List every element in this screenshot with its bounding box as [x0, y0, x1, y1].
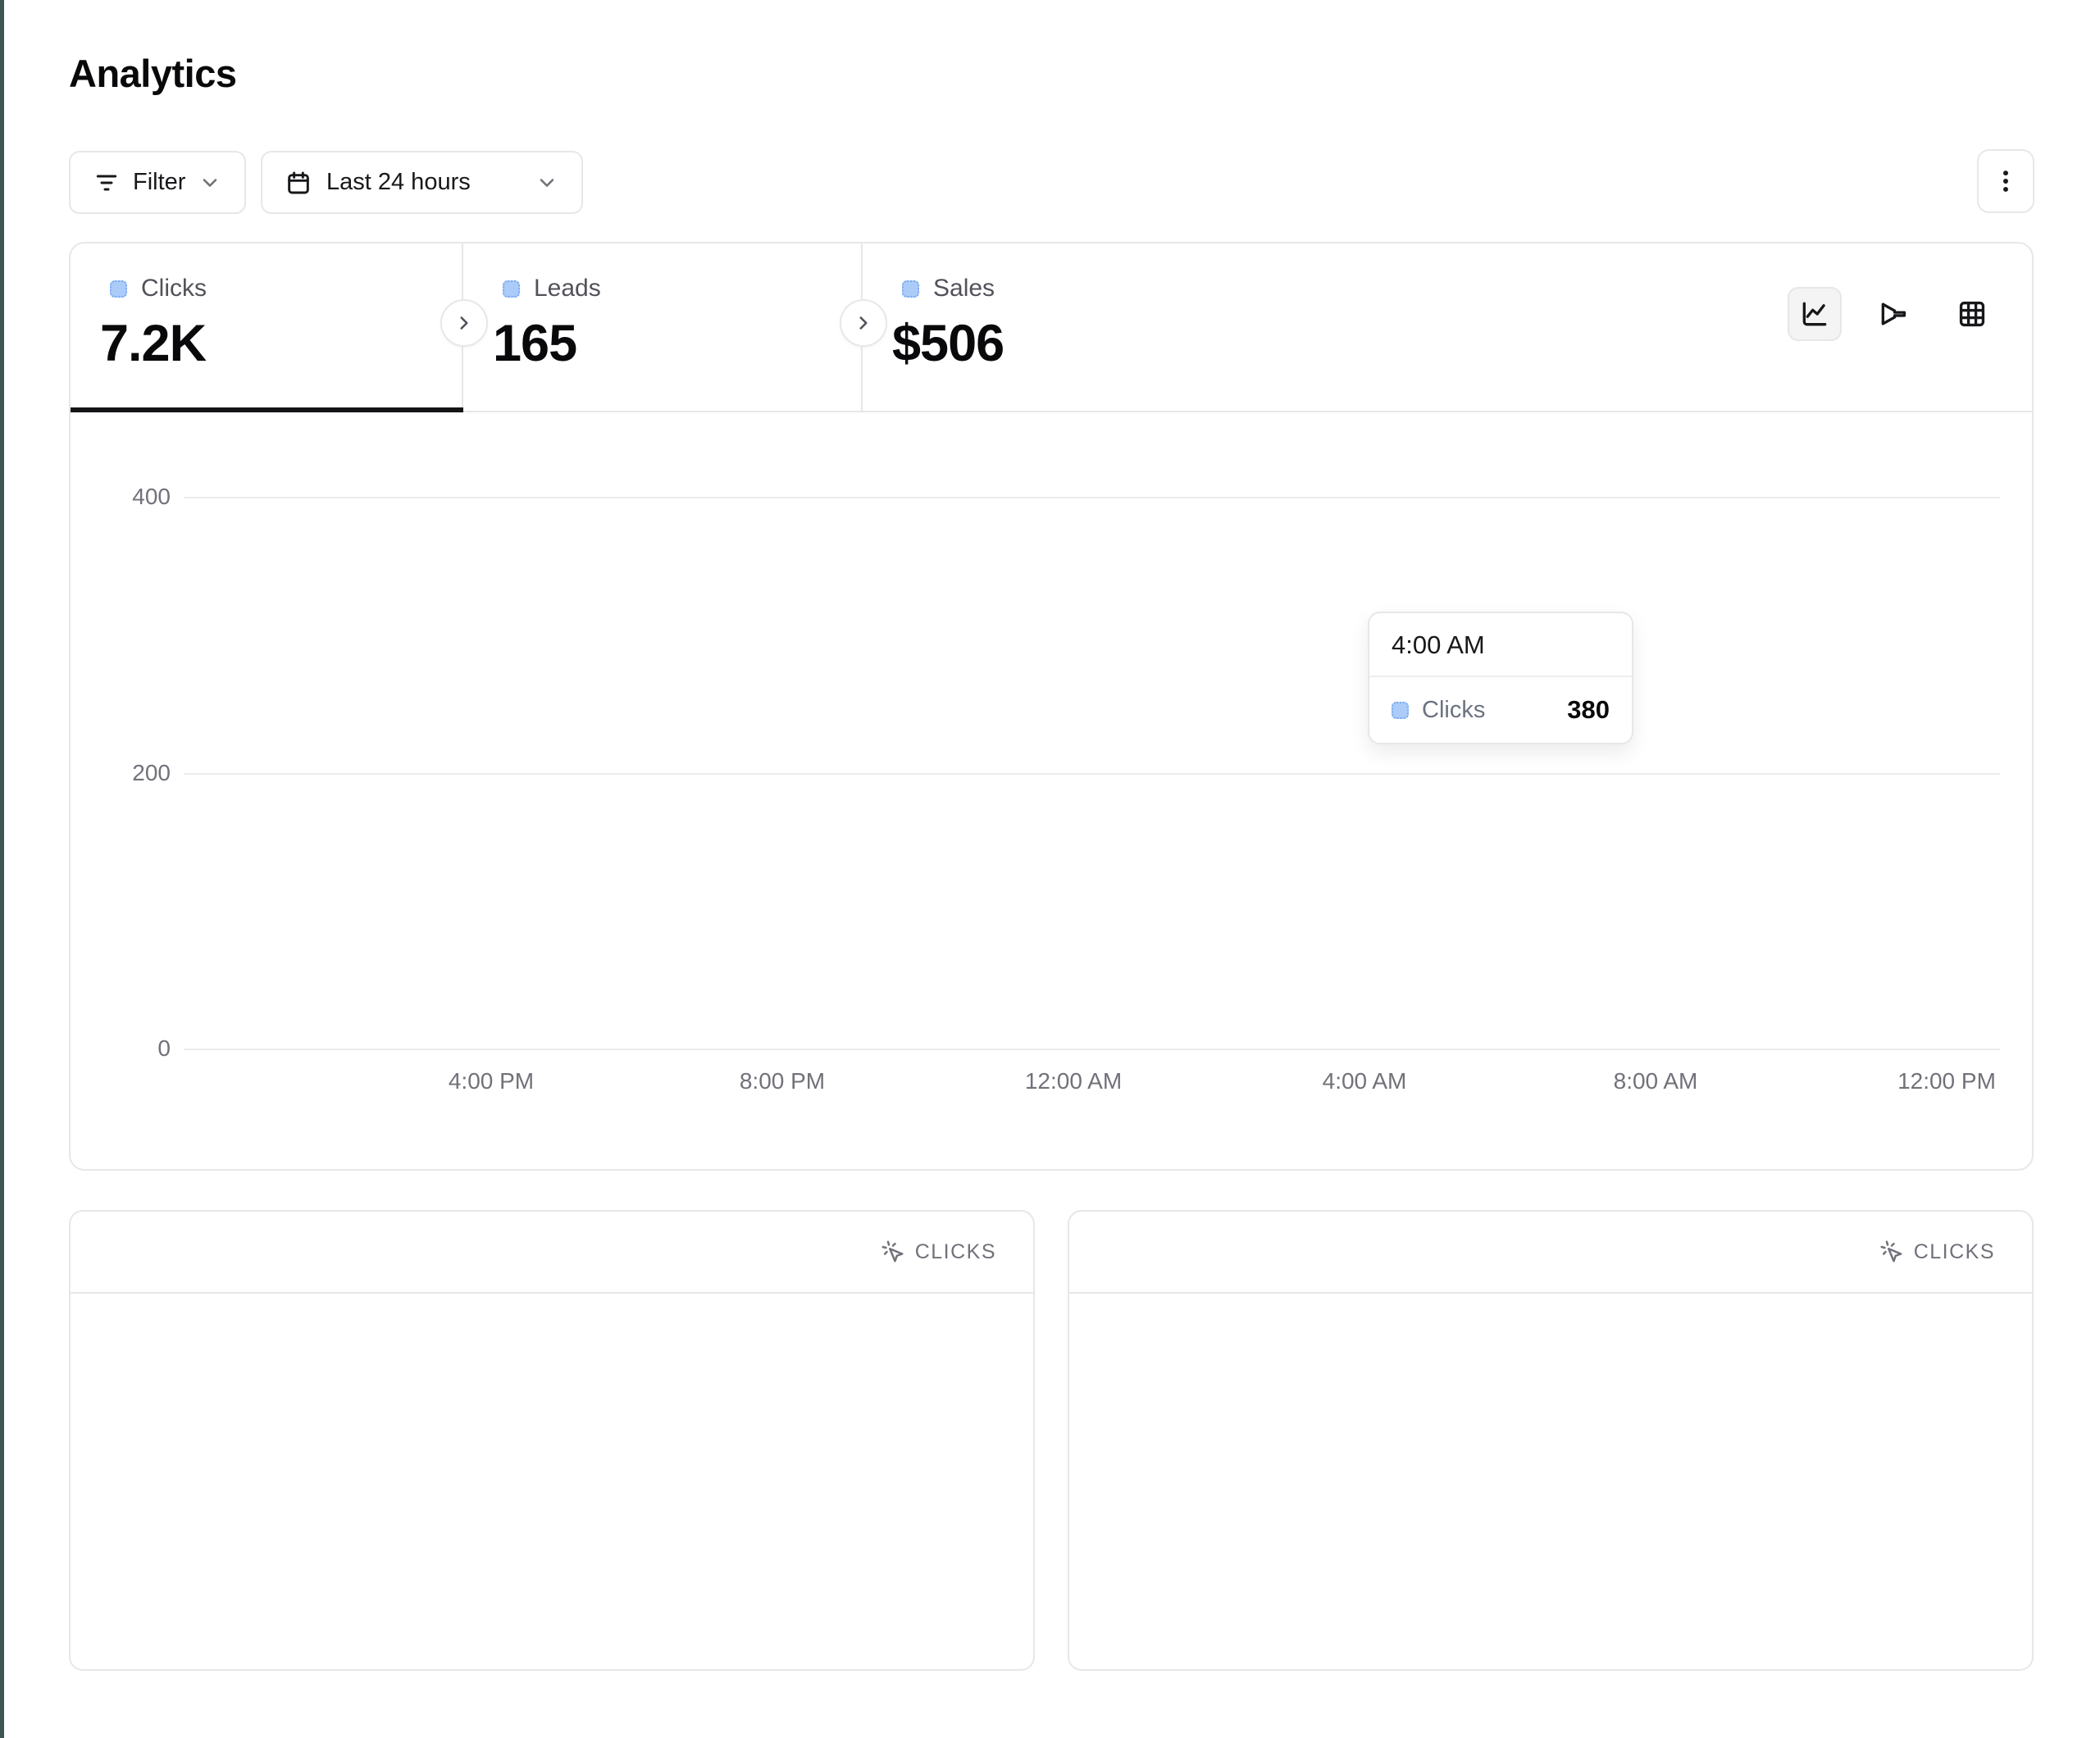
date-range-label: Last 24 hours [326, 169, 471, 196]
window-edge-strip [0, 0, 4, 1738]
stat-label: Leads [534, 275, 601, 303]
chevron-down-icon [198, 171, 221, 194]
gridline-0 [184, 1049, 2000, 1050]
links-metric-label: CLICKS [915, 1240, 996, 1264]
countries-rows [1069, 1294, 2032, 1333]
legend-swatch [503, 280, 520, 298]
analytics-card: Clicks 7.2K Leads 165 Sales $506 [69, 242, 2034, 1171]
gridline-400 [184, 497, 2000, 498]
x-axis-label: 4:00 PM [409, 1068, 573, 1094]
expand-leads-chevron-button[interactable] [840, 299, 887, 347]
countries-panel: CLICKS [1068, 1210, 2034, 1671]
legend-swatch [902, 280, 919, 298]
countries-panel-header: CLICKS [1069, 1212, 2032, 1294]
tooltip-time: 4:00 AM [1369, 613, 1632, 677]
x-axis-label: 12:00 AM [991, 1068, 1155, 1094]
kebab-icon [1992, 167, 2020, 195]
countries-metric-selector[interactable]: CLICKS [1879, 1240, 1995, 1264]
expand-clicks-chevron-button[interactable] [440, 299, 488, 347]
stat-value: 165 [493, 314, 861, 373]
gridline-200 [184, 773, 2000, 775]
y-axis-label: 0 [95, 1035, 171, 1062]
links-rows [71, 1294, 1033, 1333]
stat-tab-sales[interactable]: Sales $506 [863, 243, 1289, 411]
analytics-page: Analytics Filter Last 24 hours Clicks 7.2… [0, 0, 2100, 1738]
chevron-down-icon [535, 171, 558, 194]
chart-tooltip: 4:00 AM Clicks 380 [1368, 612, 1633, 744]
chart-view-toggles [1788, 287, 1999, 341]
x-axis-label: 8:00 PM [700, 1068, 864, 1094]
page-title: Analytics [69, 51, 236, 96]
legend-swatch [110, 280, 127, 298]
clicks-legend-swatch [1392, 702, 1409, 719]
line-chart-toggle-icon[interactable] [1788, 287, 1842, 341]
filter-button[interactable]: Filter [69, 151, 246, 214]
calendar-icon [285, 170, 312, 196]
date-range-button[interactable]: Last 24 hours [261, 151, 583, 214]
stat-tab-leads[interactable]: Leads 165 [463, 243, 863, 411]
cursor-click-icon [881, 1240, 905, 1264]
stat-value: 7.2K [100, 314, 462, 373]
links-metric-selector[interactable]: CLICKS [881, 1240, 996, 1264]
x-axis-label: 12:00 PM [1865, 1068, 2029, 1094]
tooltip-series-label: Clicks [1422, 697, 1554, 724]
stats-tabs-row: Clicks 7.2K Leads 165 Sales $506 [71, 243, 2032, 412]
y-axis-label: 400 [95, 484, 171, 510]
links-panel: CLICKS [69, 1210, 1035, 1671]
table-grid-toggle-icon[interactable] [1945, 287, 1999, 341]
links-panel-header: CLICKS [71, 1212, 1033, 1294]
more-options-button[interactable] [1977, 149, 2034, 213]
stat-label: Clicks [141, 275, 207, 303]
x-axis-label: 8:00 AM [1574, 1068, 1738, 1094]
clicks-chart[interactable]: 4:00 AM Clicks 380 400 200 0 4:00 PM 8:00 PM… [71, 412, 2032, 1170]
stat-tab-clicks[interactable]: Clicks 7.2K [71, 243, 463, 411]
stat-value: $506 [892, 314, 1289, 373]
funnel-chart-toggle-icon[interactable] [1866, 287, 1920, 341]
cursor-click-icon [1879, 1240, 1904, 1264]
y-axis-label: 200 [95, 760, 171, 786]
countries-metric-label: CLICKS [1914, 1240, 1995, 1264]
x-axis-label: 4:00 AM [1282, 1068, 1446, 1094]
filter-icon [93, 170, 120, 196]
active-tab-underline [71, 407, 463, 412]
tooltip-value: 380 [1567, 695, 1610, 725]
filter-button-label: Filter [133, 169, 185, 196]
stat-label: Sales [933, 275, 995, 303]
